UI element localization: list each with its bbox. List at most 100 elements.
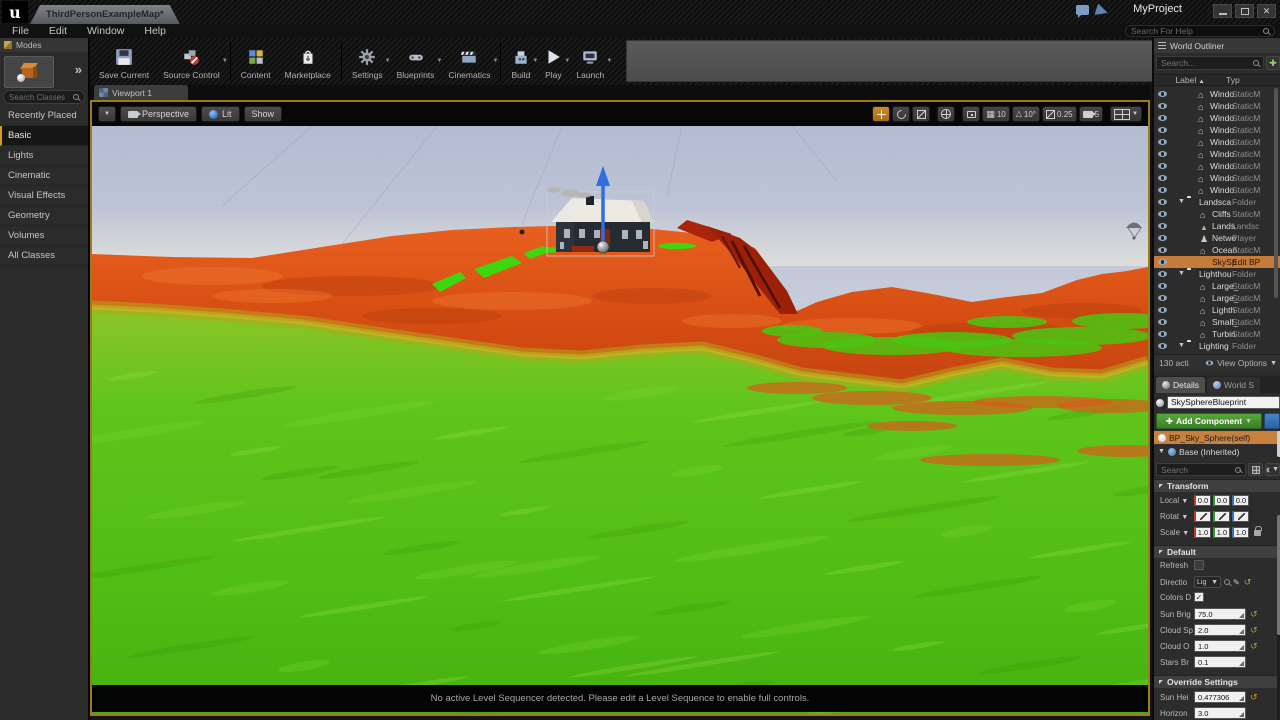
reset-to-default-icon[interactable]: ↺: [1250, 642, 1258, 651]
world-local-toggle[interactable]: [937, 106, 955, 122]
build-button[interactable]: Build▼: [504, 40, 537, 83]
reset-to-default-icon[interactable]: ↺: [1244, 578, 1252, 587]
outliner-row-windo[interactable]: ⌂WindoStaticM: [1154, 100, 1280, 112]
visibility-eye-icon[interactable]: [1158, 247, 1167, 253]
rotation-x-field[interactable]: [1194, 511, 1211, 522]
outliner-row-turbin[interactable]: ⌂TurbinStaticM: [1154, 328, 1280, 340]
outliner-row-windo[interactable]: ⌂WindoStaticM: [1154, 124, 1280, 136]
outliner-row-ocean[interactable]: ⌂OceanStaticM: [1154, 244, 1280, 256]
viewport-options-button[interactable]: ▼: [98, 106, 116, 122]
rotation-z-field[interactable]: [1232, 511, 1249, 522]
outliner-add-button[interactable]: ✚: [1266, 56, 1280, 70]
help-search-input[interactable]: Search For Help: [1125, 25, 1275, 37]
reset-to-default-icon[interactable]: ↺: [1250, 693, 1258, 702]
rotation-snap-button[interactable]: △10°: [1012, 106, 1040, 122]
outliner-row-windo[interactable]: ⌂WindoStaticM: [1154, 148, 1280, 160]
visibility-eye-icon[interactable]: [1158, 91, 1167, 97]
visibility-eye-icon[interactable]: [1158, 175, 1167, 181]
modes-header[interactable]: Modes: [0, 38, 88, 52]
expand-chevron-icon[interactable]: »: [75, 62, 82, 77]
scale-snap-button[interactable]: 0.25: [1042, 106, 1077, 122]
settings-button[interactable]: Settings▼: [345, 40, 390, 83]
type-column-header[interactable]: Typ: [1226, 75, 1280, 85]
menu-edit[interactable]: Edit: [49, 25, 67, 37]
asset-picker-dropdown[interactable]: Lig▼: [1194, 576, 1221, 588]
value-field[interactable]: 3.0: [1194, 707, 1246, 719]
location-z-field[interactable]: 0.0: [1232, 495, 1249, 506]
minimize-button[interactable]: [1213, 4, 1232, 18]
camera-speed-button[interactable]: 5: [1079, 106, 1103, 122]
outliner-row-windo[interactable]: ⌂WindoStaticM: [1154, 172, 1280, 184]
outliner-row-lighth[interactable]: ⌂LighthStaticM: [1154, 304, 1280, 316]
outliner-row-windo[interactable]: ⌂WindoStaticM: [1154, 160, 1280, 172]
edit-blueprint-button[interactable]: [1264, 413, 1280, 429]
visibility-eye-icon[interactable]: [1158, 283, 1167, 289]
visibility-eye-icon[interactable]: [1158, 127, 1167, 133]
visibility-eye-icon[interactable]: [1158, 319, 1167, 325]
visibility-eye-icon[interactable]: [1158, 331, 1167, 337]
expand-caret-icon[interactable]: ▼: [1178, 268, 1185, 280]
visibility-eye-icon[interactable]: [1158, 235, 1167, 241]
location-y-field[interactable]: 0.0: [1213, 495, 1230, 506]
visibility-eye-icon[interactable]: [1158, 187, 1167, 193]
place-mode-tile[interactable]: [4, 56, 54, 88]
viewport-tab[interactable]: Viewport 1: [94, 85, 188, 100]
send-arrow-icon[interactable]: [1094, 3, 1109, 18]
viewport[interactable]: ▼ Perspective Lit Show ▦10 △10: [90, 100, 1150, 716]
outliner-scrollbar[interactable]: [1274, 88, 1278, 298]
eyedropper-icon[interactable]: ✎: [1233, 578, 1240, 587]
restore-button[interactable]: [1235, 4, 1254, 18]
scale-y-field[interactable]: 1.0: [1213, 527, 1230, 538]
outliner-row-windo[interactable]: ⌂WindoStaticM: [1154, 136, 1280, 148]
modes-item-basic[interactable]: Basic: [0, 126, 88, 146]
play-button[interactable]: Play▼: [537, 40, 569, 83]
modes-item-cinematic[interactable]: Cinematic: [0, 166, 88, 186]
visibility-eye-icon[interactable]: [1158, 307, 1167, 313]
visibility-eye-icon[interactable]: [1158, 199, 1167, 205]
expand-caret-icon[interactable]: ▼: [1178, 196, 1185, 208]
visibility-eye-icon[interactable]: [1158, 211, 1167, 217]
visibility-eye-icon[interactable]: [1158, 163, 1167, 169]
visibility-eye-icon[interactable]: [1158, 295, 1167, 301]
source-control-button[interactable]: Source Control▼: [156, 40, 227, 83]
actor-name-field[interactable]: SkySphereBlueprint: [1167, 396, 1280, 409]
outliner-row-cliffs[interactable]: ⌂CliffsStaticM: [1154, 208, 1280, 220]
lit-button[interactable]: Lit: [201, 106, 240, 122]
visibility-eye-icon[interactable]: [1158, 115, 1167, 121]
launch-button[interactable]: Launch▼: [569, 40, 611, 83]
move-tool-button[interactable]: [872, 106, 890, 122]
outliner-row-landsca[interactable]: ▼LandscaFolder: [1154, 196, 1280, 208]
cinematics-button[interactable]: Cinematics▼: [441, 40, 497, 83]
location-label[interactable]: Local: [1160, 496, 1179, 505]
actor-type[interactable]: Edit BP: [1232, 257, 1280, 267]
component-row-self[interactable]: BP_Sky_Sphere(self): [1154, 431, 1280, 444]
outliner-search-input[interactable]: Search...: [1156, 56, 1264, 70]
value-field[interactable]: 75.0: [1194, 608, 1246, 620]
perspective-button[interactable]: Perspective: [120, 106, 197, 122]
visibility-eye-icon[interactable]: [1158, 343, 1167, 349]
component-row-base[interactable]: ▼ Base (Inherited): [1154, 445, 1280, 458]
transform-section-header[interactable]: Transform: [1154, 479, 1280, 492]
outliner-row-lighting[interactable]: ▼LightingFolder: [1154, 340, 1280, 352]
show-button[interactable]: Show: [244, 106, 283, 122]
modes-item-recently-placed[interactable]: Recently Placed: [0, 106, 88, 126]
world-outliner-header[interactable]: World Outliner: [1154, 38, 1280, 53]
value-field[interactable]: 1.0: [1194, 640, 1246, 652]
details-search-input[interactable]: Search: [1156, 463, 1246, 476]
gizmo-origin-sphere[interactable]: [597, 241, 609, 253]
visibility-eye-icon[interactable]: [1158, 223, 1167, 229]
menu-file[interactable]: File: [12, 25, 29, 37]
modes-item-visual-effects[interactable]: Visual Effects: [0, 186, 88, 206]
visibility-eye-icon[interactable]: [1158, 139, 1167, 145]
reset-to-default-icon[interactable]: ↺: [1250, 626, 1258, 635]
outliner-row-skysp[interactable]: SkySpEdit BP: [1154, 256, 1280, 268]
3d-scene[interactable]: No active Level Sequencer detected. Plea…: [92, 126, 1148, 714]
lock-icon[interactable]: [1254, 530, 1261, 536]
modes-item-lights[interactable]: Lights: [0, 146, 88, 166]
tab-world-settings[interactable]: World S: [1207, 377, 1260, 393]
outliner-row-large[interactable]: ⌂Large_StaticM: [1154, 280, 1280, 292]
rotation-label[interactable]: Rotat: [1160, 512, 1179, 521]
property-matrix-button[interactable]: [1248, 463, 1263, 476]
outliner-row-lighthou[interactable]: ▼LighthouFolder: [1154, 268, 1280, 280]
rotate-tool-button[interactable]: [892, 106, 910, 122]
